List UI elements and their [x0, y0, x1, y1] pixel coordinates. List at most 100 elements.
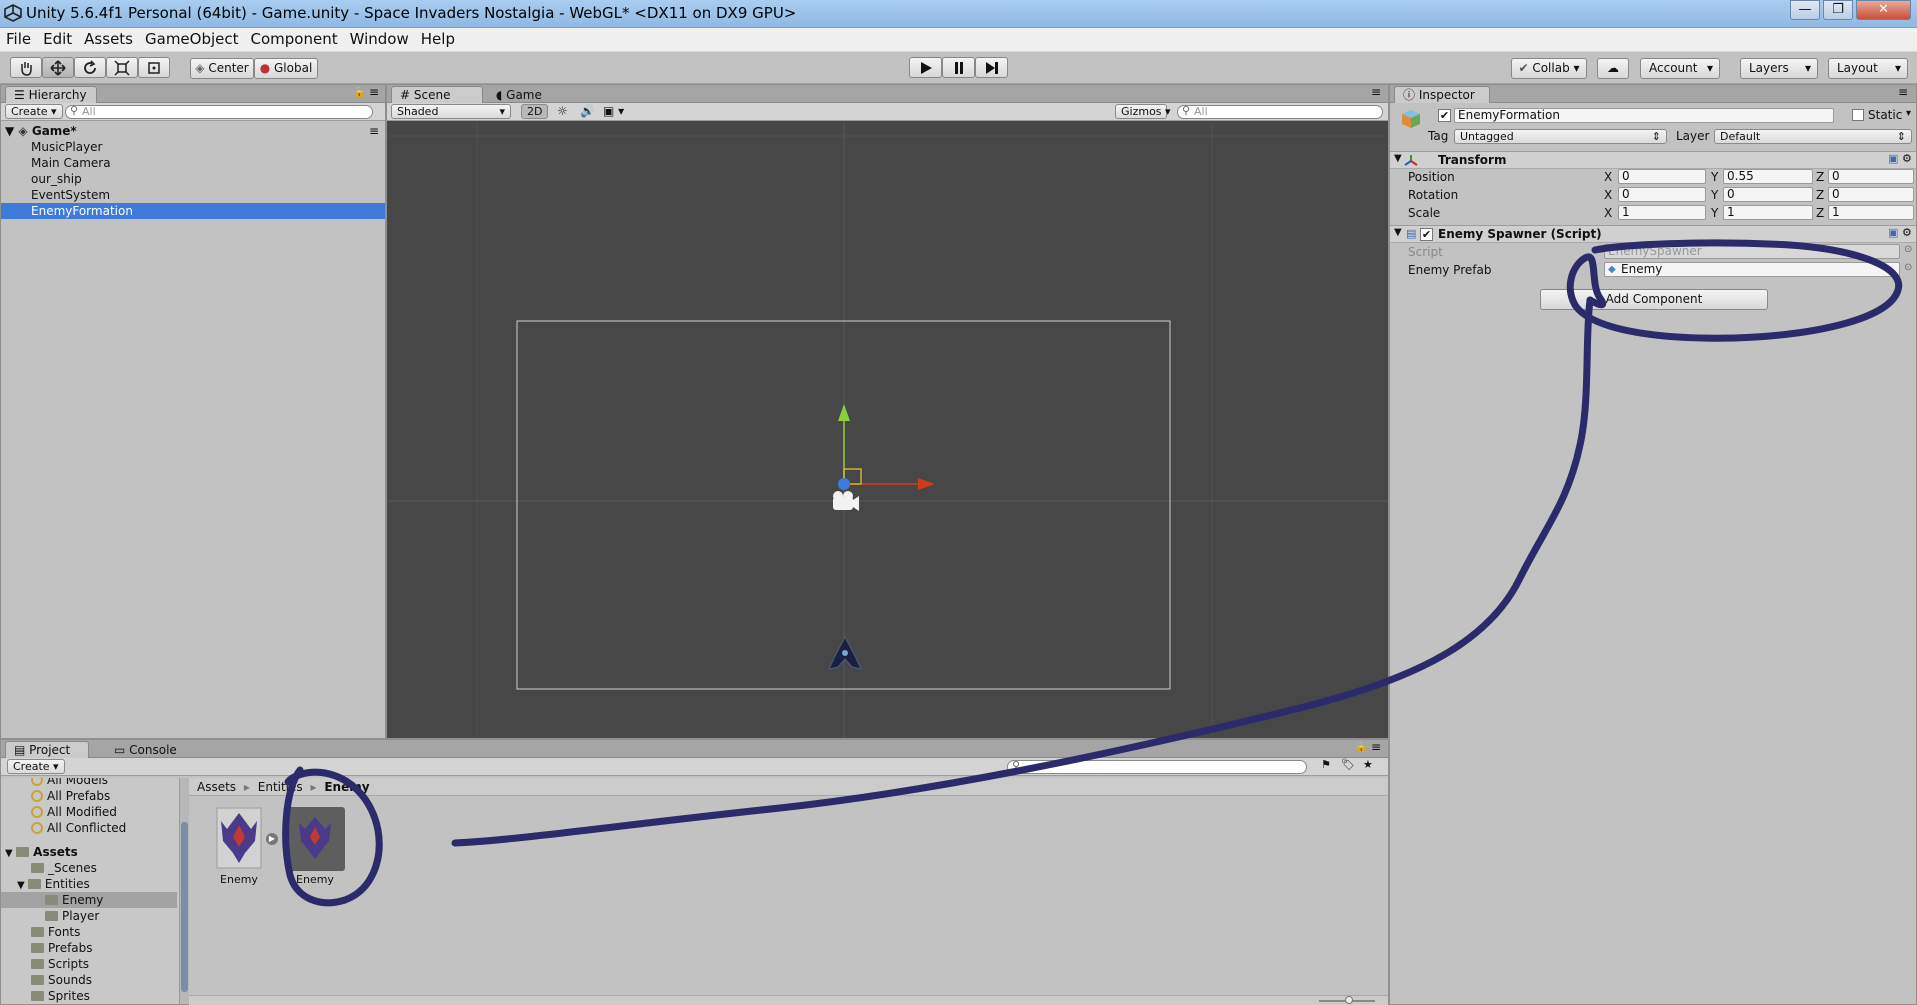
panel-menu-icon[interactable]: ≡ [369, 85, 379, 99]
tree-folder-sounds[interactable]: Sounds [31, 972, 92, 988]
tab-project[interactable]: ▤ Project [5, 741, 89, 758]
collapse-arrow-icon[interactable]: ▼ [1394, 227, 1402, 238]
toggle-2d-button[interactable]: 2D [521, 104, 549, 119]
static-dropdown-arrow-icon[interactable]: ▾ [1906, 108, 1911, 119]
tab-hierarchy[interactable]: ☰ Hierarchy [5, 86, 97, 103]
panel-menu-icon[interactable]: ≡ [1898, 85, 1908, 99]
expand-arrow-icon[interactable]: ▼ [5, 848, 16, 859]
hierarchy-search-input[interactable]: ⚲ All [65, 105, 373, 119]
hierarchy-item-main-camera[interactable]: Main Camera [1, 155, 385, 171]
panel-menu-icon[interactable]: ≡ [1371, 85, 1381, 99]
scene-search-input[interactable]: ⚲ All [1177, 105, 1383, 119]
tab-scene[interactable]: # Scene [391, 86, 483, 103]
favorite-all-modified[interactable]: All Modified [31, 804, 117, 820]
scene-menu-icon[interactable]: ≡ [369, 123, 379, 139]
layout-dropdown[interactable]: Layout ▾ [1828, 58, 1908, 79]
audio-toggle-icon[interactable]: 🔊 [580, 104, 595, 118]
rotation-y-field[interactable]: 0 [1723, 187, 1813, 202]
zoom-slider-handle[interactable] [1345, 996, 1353, 1004]
menu-window[interactable]: Window [344, 28, 415, 50]
tree-scrollbar[interactable] [179, 778, 189, 1004]
breadcrumb-assets[interactable]: Assets [197, 780, 236, 794]
favorite-all-prefabs[interactable]: All Prefabs [31, 788, 110, 804]
component-enabled-checkbox[interactable]: ✔ [1420, 228, 1433, 241]
tree-folder-sprites[interactable]: Sprites [31, 988, 90, 1004]
tab-console[interactable]: ▭ Console [105, 741, 189, 758]
position-z-field[interactable]: 0 [1828, 169, 1914, 184]
pivot-center-button[interactable]: ◈ Center [190, 58, 254, 79]
menu-help[interactable]: Help [415, 28, 461, 50]
move-tool-button[interactable] [42, 57, 74, 78]
shading-mode-dropdown[interactable]: Shaded ▾ [391, 104, 511, 119]
scale-x-field[interactable]: 1 [1618, 205, 1706, 220]
favorite-star-icon[interactable]: ★ [1363, 758, 1373, 771]
menu-component[interactable]: Component [245, 28, 344, 50]
scene-root-row[interactable]: ▼ ◈ Game* ≡ [1, 123, 385, 139]
tree-folder-fonts[interactable]: Fonts [31, 924, 80, 940]
breadcrumb-enemy[interactable]: Enemy [324, 780, 369, 794]
effects-dropdown-icon[interactable]: ▣ ▾ [603, 104, 624, 118]
tab-inspector[interactable]: ⓘ Inspector [1394, 86, 1490, 103]
help-book-icon[interactable]: ▣ [1888, 226, 1898, 239]
layer-dropdown[interactable]: Default ⇕ [1714, 129, 1912, 144]
minimize-button[interactable]: — [1790, 0, 1820, 20]
scale-tool-button[interactable] [106, 57, 138, 78]
filter-label-icon[interactable]: 🏷 [1341, 758, 1355, 771]
panel-menu-icon[interactable]: ≡ [1371, 740, 1381, 754]
active-checkbox[interactable]: ✔ [1438, 109, 1451, 122]
scale-z-field[interactable]: 1 [1828, 205, 1914, 220]
account-dropdown[interactable]: Account ▾ [1640, 58, 1720, 79]
favorite-all-models[interactable]: All Models [31, 778, 108, 788]
tree-folder-scripts[interactable]: Scripts [31, 956, 89, 972]
gear-icon[interactable]: ⚙ [1902, 152, 1912, 165]
enemy-prefab-field[interactable]: ◆ Enemy [1604, 262, 1900, 277]
help-book-icon[interactable]: ▣ [1888, 152, 1898, 165]
create-dropdown[interactable]: Create ▾ [5, 104, 63, 119]
hierarchy-item-eventsystem[interactable]: EventSystem [1, 187, 385, 203]
global-local-button[interactable]: ● Global [254, 58, 318, 79]
project-search-input[interactable]: ⚲ [1007, 760, 1307, 774]
transform-header[interactable]: ▼ Transform ▣ ⚙ [1390, 151, 1916, 169]
collab-button[interactable]: ✔ Collab ▾ [1511, 58, 1587, 79]
favorite-all-conflicted[interactable]: All Conflicted [31, 820, 126, 836]
tab-game[interactable]: ◖ Game [487, 86, 557, 103]
object-name-field[interactable]: EnemyFormation [1454, 108, 1834, 123]
menu-gameobject[interactable]: GameObject [139, 28, 245, 50]
position-y-field[interactable]: 0.55 [1723, 169, 1813, 184]
tree-folder-prefabs[interactable]: Prefabs [31, 940, 93, 956]
lighting-toggle-icon[interactable]: ☼ [557, 104, 568, 118]
asset-enemy-prefab[interactable] [285, 807, 345, 871]
lock-icon[interactable]: 🔒 [353, 87, 365, 98]
gear-icon[interactable]: ⚙ [1902, 226, 1912, 239]
menu-edit[interactable]: Edit [37, 28, 78, 50]
maximize-button[interactable]: ❐ [1823, 0, 1853, 20]
lock-icon[interactable]: 🔒 [1355, 742, 1367, 753]
tree-folder-player[interactable]: Player [45, 908, 99, 924]
rotation-x-field[interactable]: 0 [1618, 187, 1706, 202]
project-create-dropdown[interactable]: Create ▾ [7, 759, 65, 774]
object-picker-icon[interactable]: ⊙ [1904, 262, 1912, 273]
hierarchy-item-musicplayer[interactable]: MusicPlayer [1, 139, 385, 155]
close-button[interactable]: ✕ [1856, 0, 1911, 20]
scale-y-field[interactable]: 1 [1723, 205, 1813, 220]
gizmos-dropdown[interactable]: Gizmos ▾ [1115, 104, 1171, 119]
rotate-tool-button[interactable] [74, 57, 106, 78]
pause-button[interactable] [942, 57, 975, 78]
static-checkbox[interactable] [1852, 109, 1864, 121]
position-x-field[interactable]: 0 [1618, 169, 1706, 184]
menu-assets[interactable]: Assets [78, 28, 139, 50]
scene-viewport[interactable] [387, 123, 1388, 738]
layers-dropdown[interactable]: Layers ▾ [1740, 58, 1818, 79]
tree-assets-root[interactable]: ▼ Assets [5, 844, 78, 860]
rect-tool-button[interactable] [138, 57, 170, 78]
hierarchy-item-our-ship[interactable]: our_ship [1, 171, 385, 187]
step-button[interactable] [975, 57, 1008, 78]
tag-dropdown[interactable]: Untagged ⇕ [1454, 129, 1667, 144]
cloud-button[interactable]: ☁ [1597, 58, 1629, 79]
rotation-z-field[interactable]: 0 [1828, 187, 1914, 202]
expand-arrow-icon[interactable]: ▼ [5, 124, 14, 138]
asset-enemy-sprite[interactable] [215, 807, 263, 871]
enemy-spawner-header[interactable]: ▼ ▤ ✔ Enemy Spawner (Script) ▣ ⚙ [1390, 225, 1916, 243]
tree-folder-scenes[interactable]: _Scenes [31, 860, 97, 876]
tree-folder-enemy[interactable]: Enemy [1, 892, 177, 908]
